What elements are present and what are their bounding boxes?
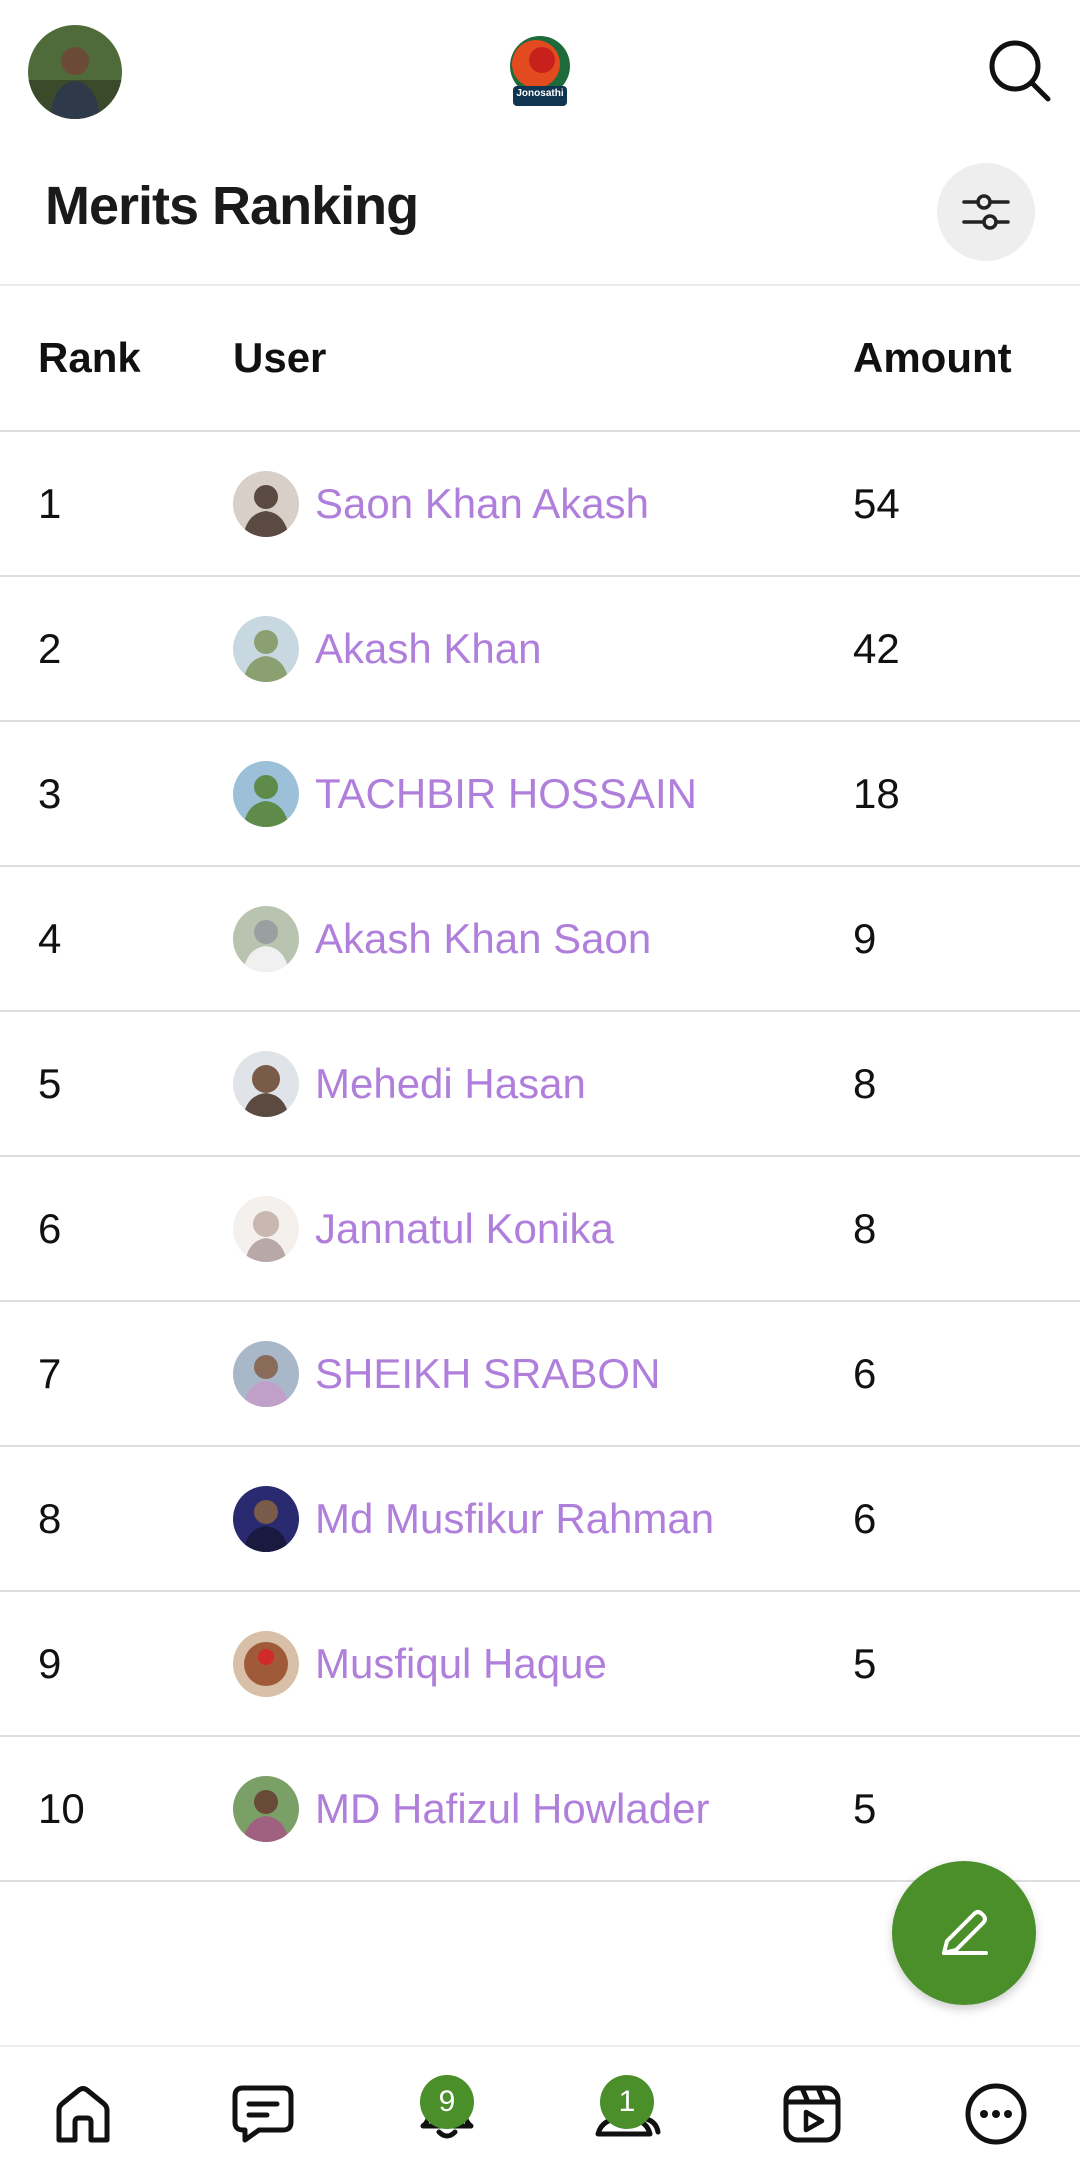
nav-messages[interactable] [208,2047,318,2181]
table-row: 9 Musfiqul Haque 5 [0,1591,1080,1737]
user-avatar[interactable] [233,1340,299,1407]
user-link[interactable]: MD Hafizul Howlader [233,1775,853,1842]
user-name[interactable]: MD Hafizul Howlader [315,1785,709,1833]
user-name[interactable]: Saon Khan Akash [315,480,649,528]
rank-cell: 9 [0,1591,233,1737]
user-link[interactable]: Akash Khan [233,615,853,682]
user-avatar[interactable] [233,1775,299,1842]
amount-cell: 9 [853,866,1080,1012]
table-row: 8 Md Musfikur Rahman 6 [0,1446,1080,1592]
nav-reels[interactable] [757,2047,867,2181]
user-name[interactable]: TACHBIR HOSSAIN [315,770,697,818]
user-name[interactable]: Md Musfikur Rahman [315,1495,714,1543]
bottom-navigation: 9 1 [0,2045,1080,2181]
amount-cell: 5 [853,1736,1080,1882]
table-row: 1 Saon Khan Akash 54 [0,431,1080,577]
column-header-user: User [233,285,853,432]
table-header-row: Rank User Amount [0,285,1080,432]
app-logo[interactable]: Jonosathi [505,34,575,110]
user-avatar[interactable] [233,1485,299,1552]
rank-cell: 4 [0,866,233,1012]
user-link[interactable]: Jannatul Konika [233,1195,853,1262]
table-row: 5 Mehedi Hasan 8 [0,1011,1080,1157]
column-header-amount: Amount [853,285,1080,432]
sliders-icon [962,194,1010,230]
rank-cell: 10 [0,1736,233,1882]
profile-avatar[interactable] [28,25,122,119]
amount-cell: 18 [853,721,1080,867]
people-badge: 1 [600,2075,654,2129]
user-name[interactable]: Jannatul Konika [315,1205,614,1253]
user-name[interactable]: SHEIKH SRABON [315,1350,660,1398]
ranking-table: Rank User Amount 1 Saon Khan Akash 54 2 … [0,285,1080,1882]
top-bar: Jonosathi [0,0,1080,145]
user-avatar[interactable] [233,615,299,682]
user-name[interactable]: Akash Khan [315,625,542,673]
amount-cell: 42 [853,576,1080,722]
rank-cell: 6 [0,1156,233,1302]
home-icon [56,2086,110,2143]
page-title: Merits Ranking [45,176,419,236]
amount-cell: 6 [853,1446,1080,1592]
nav-home[interactable] [28,2047,138,2181]
table-row: 3 TACHBIR HOSSAIN 18 [0,721,1080,867]
user-avatar[interactable] [233,1195,299,1262]
user-avatar[interactable] [233,470,299,537]
nav-notifications[interactable]: 9 [392,2047,502,2181]
table-row: 2 Akash Khan 42 [0,576,1080,722]
user-avatar[interactable] [233,760,299,827]
user-avatar[interactable] [233,905,299,972]
amount-cell: 8 [853,1011,1080,1157]
user-link[interactable]: SHEIKH SRABON [233,1340,853,1407]
table-row: 4 Akash Khan Saon 9 [0,866,1080,1012]
rank-cell: 5 [0,1011,233,1157]
notification-badge: 9 [420,2075,474,2129]
user-name[interactable]: Mehedi Hasan [315,1060,586,1108]
chat-icon [232,2085,294,2143]
more-icon [965,2083,1027,2145]
user-avatar[interactable] [233,1630,299,1697]
table-row: 6 Jannatul Konika 8 [0,1156,1080,1302]
user-link[interactable]: TACHBIR HOSSAIN [233,760,853,827]
nav-people[interactable]: 1 [572,2047,682,2181]
amount-cell: 6 [853,1301,1080,1447]
table-row: 7 SHEIKH SRABON 6 [0,1301,1080,1447]
amount-cell: 5 [853,1591,1080,1737]
search-icon [989,40,1051,102]
amount-cell: 8 [853,1156,1080,1302]
user-name[interactable]: Musfiqul Haque [315,1640,607,1688]
rank-cell: 3 [0,721,233,867]
column-header-rank: Rank [0,285,233,432]
user-link[interactable]: Mehedi Hasan [233,1050,853,1117]
filter-button[interactable] [937,163,1035,261]
nav-more[interactable] [941,2047,1051,2181]
reels-icon [783,2085,841,2143]
user-avatar[interactable] [233,1050,299,1117]
amount-cell: 54 [853,431,1080,577]
table-row: 10 MD Hafizul Howlader 5 [0,1736,1080,1882]
rank-cell: 1 [0,431,233,577]
pencil-icon [942,1910,988,1955]
user-link[interactable]: Musfiqul Haque [233,1630,853,1697]
rank-cell: 2 [0,576,233,722]
user-link[interactable]: Saon Khan Akash [233,470,853,537]
rank-cell: 8 [0,1446,233,1592]
user-link[interactable]: Md Musfikur Rahman [233,1485,853,1552]
logo-text: Jonosathi [516,88,564,99]
search-button[interactable] [985,36,1055,106]
rank-cell: 7 [0,1301,233,1447]
compose-button[interactable] [892,1861,1036,2005]
user-link[interactable]: Akash Khan Saon [233,905,853,972]
user-name[interactable]: Akash Khan Saon [315,915,651,963]
